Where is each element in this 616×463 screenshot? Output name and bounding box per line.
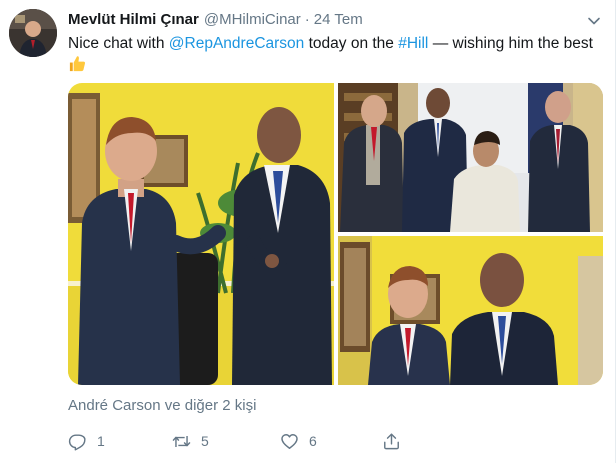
likes-summary[interactable]: André Carson ve diğer 2 kişi — [68, 397, 256, 414]
tweet-timestamp[interactable]: 24 Tem — [314, 11, 363, 28]
reply-button[interactable]: 1 — [68, 432, 172, 451]
avatar[interactable] — [9, 9, 57, 57]
author-name[interactable]: Mevlüt Hilmi Çınar — [68, 11, 199, 28]
chevron-down-icon[interactable] — [587, 14, 601, 28]
photo-3-image — [338, 236, 603, 385]
thumbs-up-icon — [68, 54, 87, 79]
tweet-text: Nice chat with @RepAndreCarson today on … — [68, 34, 603, 79]
action-bar: 1 5 6 — [68, 430, 401, 452]
photo-3[interactable] — [338, 236, 603, 385]
separator-dot: · — [304, 11, 310, 28]
like-button[interactable]: 6 — [280, 432, 382, 451]
photo-2[interactable] — [338, 83, 603, 232]
author-handle[interactable]: @MHilmiCinar — [204, 11, 301, 28]
photo-2-image — [338, 83, 603, 232]
tweet-text-part: — wishing him the best — [428, 35, 593, 52]
tweet-card[interactable]: Mevlüt Hilmi Çınar @MHilmiCinar · 24 Tem… — [0, 0, 616, 463]
reply-count: 1 — [97, 433, 105, 449]
tweet-header: Mevlüt Hilmi Çınar @MHilmiCinar · 24 Tem — [68, 11, 363, 31]
share-button[interactable] — [382, 432, 401, 451]
like-count: 6 — [309, 433, 317, 449]
photo-1[interactable] — [68, 83, 334, 385]
tweet-text-part: Nice chat with — [68, 35, 169, 52]
heart-icon — [281, 433, 298, 449]
mention-link[interactable]: @RepAndreCarson — [169, 35, 305, 52]
reply-icon — [68, 433, 86, 451]
photo-grid — [68, 83, 603, 385]
retweet-icon — [172, 435, 191, 447]
share-icon — [384, 433, 399, 449]
photo-1-image — [68, 83, 334, 385]
tweet-text-part: today on the — [304, 35, 399, 52]
retweet-count: 5 — [201, 433, 209, 449]
hashtag-link[interactable]: #Hill — [398, 35, 428, 52]
avatar-image — [9, 9, 57, 57]
retweet-button[interactable]: 5 — [172, 432, 280, 451]
